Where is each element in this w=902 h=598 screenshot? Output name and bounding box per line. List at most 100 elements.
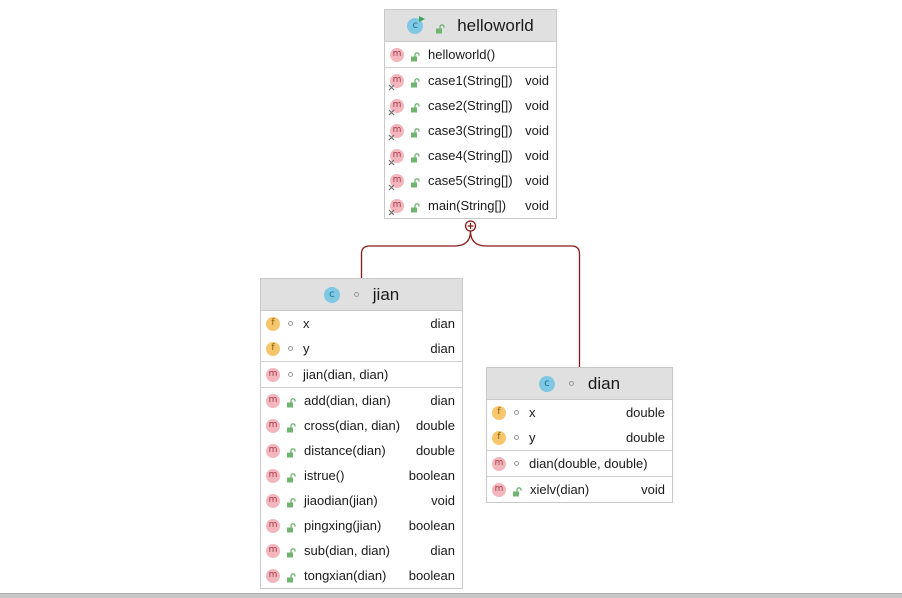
class-body: f x double f y double m dian(double, double) m xi… [487, 400, 672, 502]
member-section: f x dian f y dian [261, 311, 462, 361]
member-type: boolean [408, 518, 455, 533]
method-icon: m [266, 493, 280, 508]
field-icon: f [266, 316, 280, 331]
field-icon: f [266, 341, 280, 356]
method-icon: m [266, 468, 280, 483]
method-row[interactable]: m xielv(dian) void [487, 477, 672, 502]
member-type: void [525, 173, 549, 188]
circle-plus-icon [464, 220, 477, 232]
package-private-icon [514, 435, 519, 440]
package-private-icon [288, 346, 293, 351]
method-row[interactable]: m sub(dian, dian) dian [261, 538, 462, 563]
field-row[interactable]: f x double [487, 400, 672, 425]
method-icon: m [388, 198, 404, 216]
class-icon: c [323, 286, 340, 303]
field-row[interactable]: f y dian [261, 336, 462, 361]
method-icon: m [266, 568, 280, 583]
field-row[interactable]: f x dian [261, 311, 462, 336]
member-name: helloworld() [428, 47, 496, 62]
method-icon: m [266, 418, 280, 433]
connector-to-jian [360, 230, 472, 278]
method-row[interactable]: m istrue() boolean [261, 463, 462, 488]
class-helloworld[interactable]: c helloworld m helloworld() m case1(String[]… [384, 9, 557, 219]
run-marker-icon [418, 15, 426, 23]
field-icon: f [492, 430, 506, 445]
member-name: y [303, 341, 310, 356]
method-icon: m [390, 47, 404, 62]
method-icon: m [266, 393, 280, 408]
member-section: m jian(dian, dian) [261, 361, 462, 387]
field-row[interactable]: f y double [487, 425, 672, 450]
member-section: f x double f y double [487, 400, 672, 450]
bottom-scroll-strip [0, 593, 902, 598]
method-row[interactable]: m pingxing(jian) boolean [261, 513, 462, 538]
public-lock-icon [286, 421, 296, 432]
member-name: cross(dian, dian) [304, 418, 401, 433]
class-icon: c [407, 15, 426, 34]
public-lock-icon [512, 485, 522, 496]
member-type: boolean [408, 568, 455, 583]
member-type: double [625, 430, 665, 445]
method-row[interactable]: m case1(String[]) void [385, 68, 556, 93]
method-icon: m [266, 518, 280, 533]
public-lock-icon [410, 201, 420, 212]
member-type: void [525, 148, 549, 163]
method-row[interactable]: m main(String[]) void [385, 193, 556, 218]
method-row[interactable]: m case2(String[]) void [385, 93, 556, 118]
class-icon: c [538, 375, 555, 392]
class-header[interactable]: c dian [487, 368, 672, 400]
member-name: x [529, 405, 536, 420]
method-row[interactable]: m case5(String[]) void [385, 168, 556, 193]
static-marker-icon [388, 84, 395, 91]
static-marker-icon [388, 209, 395, 216]
method-row[interactable]: m case4(String[]) void [385, 143, 556, 168]
method-row[interactable]: m case3(String[]) void [385, 118, 556, 143]
public-lock-icon [286, 496, 296, 507]
member-type: dian [430, 316, 455, 331]
member-name: case4(String[]) [428, 148, 513, 163]
member-section: m case1(String[]) void m case2(String[]) void… [385, 67, 556, 218]
member-name: jiaodian(jian) [304, 493, 378, 508]
method-icon: m [492, 456, 506, 471]
method-row[interactable]: m jiaodian(jian) void [261, 488, 462, 513]
uml-diagram-canvas: c helloworld m helloworld() m case1(String[]… [0, 0, 902, 598]
member-section: m dian(double, double) [487, 450, 672, 476]
method-row[interactable]: m jian(dian, dian) [261, 362, 462, 387]
public-lock-icon [286, 546, 296, 557]
method-row[interactable]: m dian(double, double) [487, 451, 672, 476]
class-body: m helloworld() m case1(String[]) void m case2(… [385, 42, 556, 218]
static-marker-icon [388, 184, 395, 191]
method-row[interactable]: m tongxian(dian) boolean [261, 563, 462, 588]
method-row[interactable]: m add(dian, dian) dian [261, 388, 462, 413]
method-row[interactable]: m distance(dian) double [261, 438, 462, 463]
class-header[interactable]: c helloworld [385, 10, 556, 42]
class-jian[interactable]: c jian f x dian f y dian m jian(dian, dian) m add(… [260, 278, 463, 589]
public-lock-icon [410, 50, 420, 61]
member-section: m add(dian, dian) dian m cross(dian, dian) do… [261, 387, 462, 588]
class-dian[interactable]: c dian f x double f y double m dian(double, doub… [486, 367, 673, 503]
connector-to-dian [469, 230, 581, 367]
method-row[interactable]: m cross(dian, dian) double [261, 413, 462, 438]
member-type: double [415, 443, 455, 458]
method-icon: m [388, 123, 404, 140]
member-name: y [529, 430, 536, 445]
field-icon: f [492, 405, 506, 420]
public-lock-icon [410, 151, 420, 162]
class-header[interactable]: c jian [261, 279, 462, 311]
package-private-icon [514, 410, 519, 415]
public-lock-icon [410, 176, 420, 187]
method-icon: m [266, 367, 280, 382]
member-name: dian(double, double) [529, 456, 648, 471]
class-name: dian [587, 373, 621, 393]
method-icon: m [388, 73, 404, 91]
static-marker-icon [388, 109, 395, 116]
method-icon: m [266, 543, 280, 558]
member-name: distance(dian) [304, 443, 386, 458]
member-type: dian [430, 543, 455, 558]
member-type: void [525, 73, 549, 88]
member-name: xielv(dian) [530, 482, 590, 497]
member-name: sub(dian, dian) [304, 543, 390, 558]
package-private-icon [514, 461, 519, 466]
method-row[interactable]: m helloworld() [385, 42, 556, 67]
member-type: boolean [408, 468, 455, 483]
